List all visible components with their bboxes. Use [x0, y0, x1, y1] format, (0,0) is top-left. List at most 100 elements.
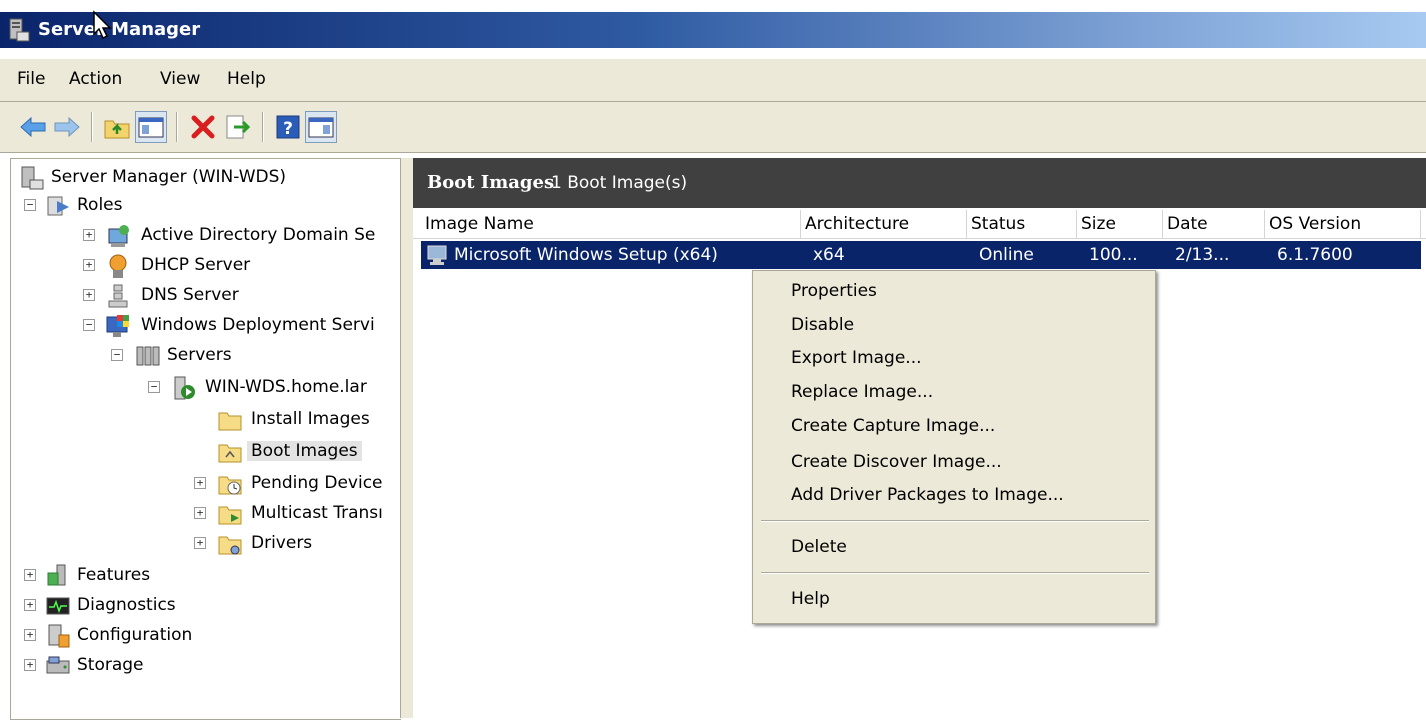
servers-icon	[136, 346, 160, 366]
menu-item-add-driver-packages[interactable]: Add Driver Packages to Image...	[791, 485, 1064, 505]
tree-label: Drivers	[251, 533, 313, 553]
tree-label: Multicast Transı	[251, 503, 383, 523]
menu-item-export-image[interactable]: Export Image...	[791, 348, 922, 368]
tree-label: Configuration	[77, 625, 193, 645]
tree-item-multicast-transmissions[interactable]: + Multicast Transı	[11, 499, 401, 529]
menu-help[interactable]: Help	[227, 69, 266, 89]
menu-item-create-capture-image[interactable]: Create Capture Image...	[791, 416, 995, 436]
tree-label: Windows Deployment Servi	[141, 315, 375, 335]
export-list-icon[interactable]	[222, 112, 252, 142]
features-icon	[47, 564, 66, 586]
tree-label: Server Manager (WIN-WDS)	[51, 167, 287, 187]
expand-icon[interactable]: +	[194, 477, 206, 489]
expand-icon[interactable]: +	[24, 659, 36, 671]
help-icon[interactable]: ?	[273, 112, 303, 142]
column-os-version[interactable]: OS Version	[1265, 210, 1421, 238]
tree-item-configuration[interactable]: + Configuration	[11, 621, 401, 651]
tree-item-roles[interactable]: − Roles	[11, 191, 401, 221]
expand-icon[interactable]: +	[194, 507, 206, 519]
tree-label: Install Images	[251, 409, 370, 429]
menu-view[interactable]: View	[160, 69, 200, 89]
menu-item-help[interactable]: Help	[791, 589, 830, 609]
cell-architecture: x64	[813, 245, 845, 265]
tree-item-windows-deployment-services[interactable]: − Windows Deployment Servi	[11, 311, 401, 341]
tree-item-diagnostics[interactable]: + Diagnostics	[11, 591, 401, 621]
title-bar[interactable]: Server Manager	[0, 12, 1426, 48]
show-hide-tree-icon[interactable]	[135, 111, 167, 143]
pane-splitter[interactable]	[400, 158, 414, 718]
storage-icon	[46, 656, 70, 674]
server-icon	[174, 376, 195, 400]
tree-item-pending-devices[interactable]: + Pending Device	[11, 469, 401, 499]
show-hide-action-pane-icon[interactable]	[305, 111, 337, 143]
column-architecture[interactable]: Architecture	[801, 210, 967, 238]
collapse-icon[interactable]: −	[148, 381, 160, 393]
expand-icon[interactable]: +	[194, 537, 206, 549]
navigation-tree: Server Manager (WIN-WDS) − Roles + Activ…	[10, 158, 401, 720]
toolbar-separator	[91, 112, 93, 142]
mouse-cursor-icon	[93, 10, 112, 40]
windows-deployment-icon	[106, 315, 129, 337]
expand-icon[interactable]: +	[83, 259, 95, 271]
menu-item-create-discover-image[interactable]: Create Discover Image...	[791, 452, 1002, 472]
drivers-icon	[218, 536, 242, 555]
tree-item-active-directory[interactable]: + Active Directory Domain Se	[11, 221, 401, 251]
cell-status: Online	[979, 245, 1034, 265]
pane-header: Boot Images 1 Boot Image(s)	[413, 158, 1426, 208]
tree-item-install-images[interactable]: Install Images	[11, 405, 401, 435]
column-date[interactable]: Date	[1163, 210, 1265, 238]
toolbar: ?	[0, 102, 1426, 153]
tree-item-storage[interactable]: + Storage	[11, 651, 401, 681]
tree-label: Storage	[77, 655, 144, 675]
menu-bar: File Action View Help	[0, 58, 1426, 102]
expand-icon[interactable]: +	[83, 229, 95, 241]
collapse-icon[interactable]: −	[24, 199, 36, 211]
menu-item-disable[interactable]: Disable	[791, 315, 854, 335]
pending-devices-icon	[218, 476, 242, 495]
expand-icon[interactable]: +	[24, 569, 36, 581]
column-header-row: Image Name Architecture Status Size Date…	[413, 210, 1426, 239]
multicast-icon	[218, 506, 242, 525]
tree-label: Diagnostics	[77, 595, 176, 615]
toolbar-separator	[176, 112, 178, 142]
tree-item-servers[interactable]: − Servers	[11, 341, 401, 371]
tree-item-dns-server[interactable]: + DNS Server	[11, 281, 401, 311]
toolbar-separator	[262, 112, 264, 142]
up-folder-icon[interactable]	[102, 112, 132, 142]
window-title: Server Manager	[38, 19, 201, 40]
tree-label: Roles	[77, 195, 123, 215]
column-status[interactable]: Status	[967, 210, 1077, 238]
expand-icon[interactable]: +	[24, 629, 36, 641]
svg-text:?: ?	[283, 119, 293, 139]
menu-file[interactable]: File	[17, 69, 45, 89]
roles-icon	[47, 196, 69, 216]
back-arrow-icon[interactable]	[18, 112, 48, 142]
tree-item-drivers[interactable]: + Drivers	[11, 529, 401, 559]
tree-item-win-wds-server[interactable]: − WIN-WDS.home.lar	[11, 373, 401, 403]
table-row[interactable]: Microsoft Windows Setup (x64) x64 Online…	[421, 241, 1421, 269]
server-manager-icon	[21, 166, 44, 190]
dhcp-server-icon	[109, 254, 127, 278]
delete-icon[interactable]	[188, 112, 218, 142]
forward-arrow-icon[interactable]	[52, 112, 82, 142]
tree-item-server-manager[interactable]: Server Manager (WIN-WDS)	[11, 163, 401, 193]
column-size[interactable]: Size	[1077, 210, 1163, 238]
menu-action[interactable]: Action	[69, 69, 122, 89]
tree-item-boot-images[interactable]: Boot Images	[11, 437, 401, 467]
menu-item-properties[interactable]: Properties	[791, 281, 877, 301]
tree-label: Features	[77, 565, 151, 585]
tree-label: Servers	[167, 345, 232, 365]
cell-image-name: Microsoft Windows Setup (x64)	[454, 245, 718, 265]
collapse-icon[interactable]: −	[111, 349, 123, 361]
tree-item-features[interactable]: + Features	[11, 561, 401, 591]
menu-separator	[761, 572, 1149, 574]
menu-item-replace-image[interactable]: Replace Image...	[791, 382, 933, 402]
expand-icon[interactable]: +	[83, 289, 95, 301]
collapse-icon[interactable]: −	[83, 319, 95, 331]
active-directory-icon	[108, 225, 129, 247]
column-image-name[interactable]: Image Name	[421, 210, 801, 238]
tree-label: DNS Server	[141, 285, 239, 305]
expand-icon[interactable]: +	[24, 599, 36, 611]
menu-item-delete[interactable]: Delete	[791, 537, 847, 557]
tree-item-dhcp-server[interactable]: + DHCP Server	[11, 251, 401, 281]
